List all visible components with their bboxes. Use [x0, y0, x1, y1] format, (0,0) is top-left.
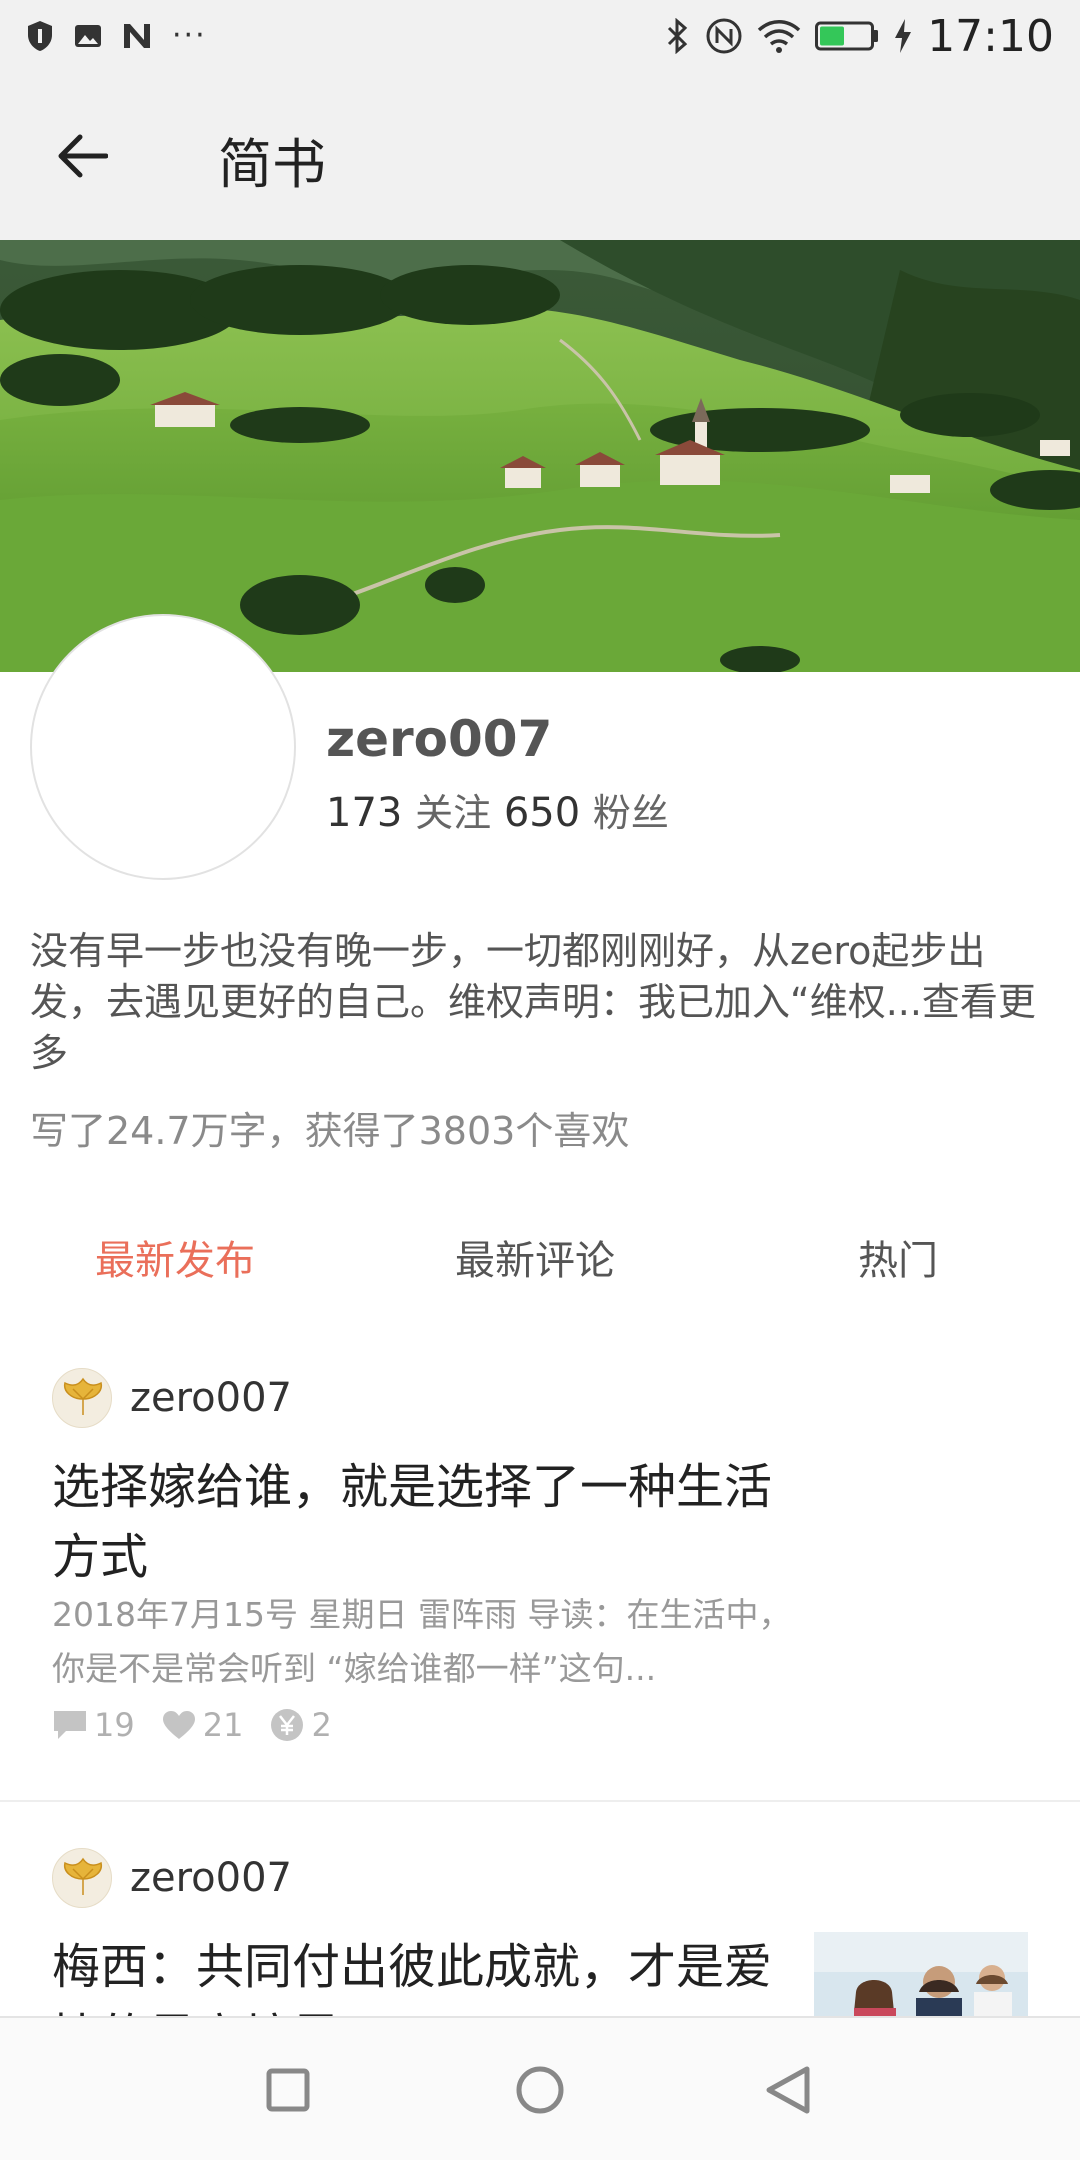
app-title: 简书 [218, 133, 326, 196]
tab-latest-posts[interactable]: 最新发布 [95, 1228, 255, 1286]
reward-count: 2 [311, 1706, 332, 1744]
article-meta: 19 21 2 [52, 1706, 346, 1744]
status-right-icons: 17:10 [665, 10, 1054, 62]
following-count[interactable]: 173 [326, 790, 402, 836]
tab-popular[interactable]: 热门 [858, 1228, 938, 1286]
author-avatar[interactable] [52, 1368, 112, 1428]
article-author-name[interactable]: zero007 [130, 1855, 292, 1901]
author-avatar[interactable] [52, 1848, 112, 1908]
article-card[interactable]: zero007 梅西：共同付出彼此成就，才是爱情的最高境界 [0, 1840, 1080, 2020]
article-card[interactable]: zero007 选择嫁给谁，就是选择了一种生活方式 2018年7月15号 星期日… [0, 1360, 1080, 1802]
followers-count[interactable]: 650 [504, 790, 580, 836]
back-nav-button[interactable] [752, 2054, 824, 2126]
like-stat: 21 [161, 1706, 244, 1744]
battery-icon [815, 21, 879, 51]
charging-icon [895, 19, 912, 53]
profile-stats: 173 关注 650 粉丝 [326, 782, 669, 837]
like-count: 21 [202, 1706, 244, 1744]
bluetooth-icon [668, 18, 688, 54]
shield-icon [28, 20, 52, 51]
recent-apps-button[interactable] [252, 2054, 324, 2126]
content-tabs: 最新发布 最新评论 热门 [0, 1218, 1080, 1298]
heart-icon [162, 1711, 195, 1739]
ginkgo-leaf-icon [63, 1857, 103, 1895]
comment-icon [54, 1711, 86, 1739]
comment-stat: 19 [52, 1706, 135, 1744]
profile-bio[interactable]: 没有早一步也没有晚一步，一切都刚刚好，从zero起步出发，去遇见更好的自己。维权… [30, 926, 1050, 1079]
profile-summary: 写了24.7万字，获得了3803个喜欢 [30, 1109, 630, 1153]
tab-latest-comments[interactable]: 最新评论 [455, 1228, 615, 1286]
article-thumbnail-image [814, 1932, 1028, 2020]
article-title[interactable]: 选择嫁给谁，就是选择了一种生活方式 [52, 1452, 792, 1592]
article-author-row[interactable]: zero007 [52, 1848, 292, 1908]
arrow-back-icon [58, 134, 108, 178]
more-dots-icon: ··· [172, 18, 207, 53]
profile-banner [0, 240, 1080, 672]
article-thumbnail[interactable] [814, 1932, 1028, 2020]
following-label[interactable]: 关注 [415, 791, 491, 835]
profile-username[interactable]: zero007 [326, 710, 552, 768]
circle-icon [516, 2066, 564, 2114]
triangle-back-icon [766, 2066, 810, 2114]
status-bar: ··· 17:10 [0, 0, 1080, 72]
system-nav-bar [0, 2016, 1080, 2160]
landscape-banner-image [0, 240, 1080, 672]
profile-avatar[interactable] [30, 614, 296, 880]
wifi-icon [758, 20, 801, 53]
yuan-coin-icon [271, 1709, 304, 1741]
comment-count: 19 [94, 1706, 135, 1744]
square-icon [266, 2068, 310, 2112]
reward-stat: 2 [269, 1706, 332, 1744]
nfc-icon [706, 18, 742, 54]
article-author-row[interactable]: zero007 [52, 1368, 292, 1428]
followers-label[interactable]: 粉丝 [593, 791, 669, 835]
home-button[interactable] [504, 2054, 576, 2126]
app-bar: 简书 [0, 72, 1080, 240]
status-time: 17:10 [927, 10, 1054, 62]
article-abstract: 2018年7月15号 星期日 雷阵雨 导读：在生活中，你是不是常会听到 “嫁给谁… [52, 1595, 792, 1688]
article-author-name[interactable]: zero007 [130, 1375, 292, 1421]
ginkgo-leaf-icon [63, 1377, 103, 1415]
article-title[interactable]: 梅西：共同付出彼此成就，才是爱情的最高境界 [52, 1932, 792, 2020]
n-icon [124, 23, 150, 48]
image-icon [75, 24, 101, 47]
status-left-icons: ··· [26, 18, 207, 53]
back-button[interactable] [40, 118, 124, 194]
